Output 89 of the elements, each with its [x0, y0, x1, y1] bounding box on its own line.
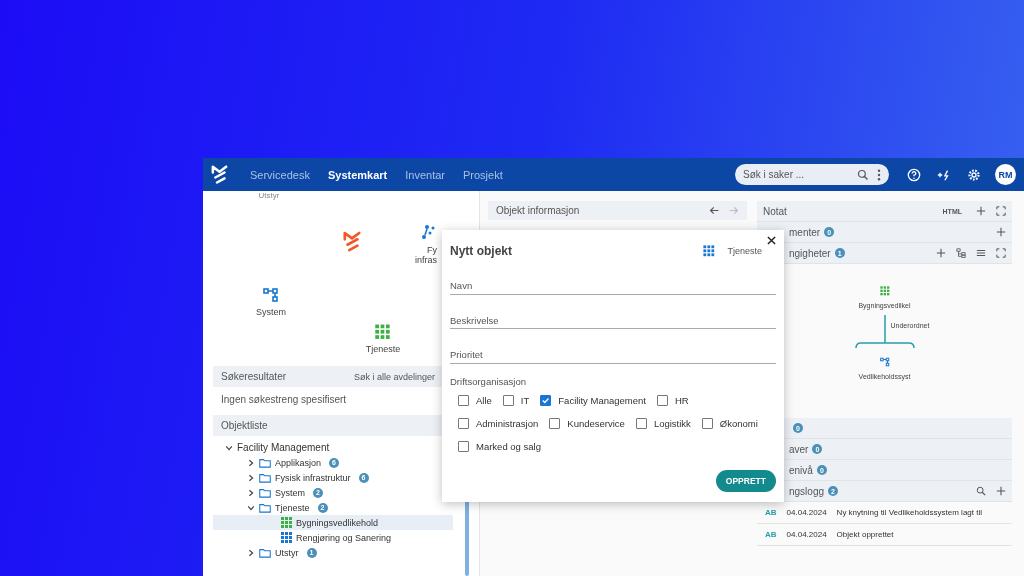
- search-all-link[interactable]: Søk i alle avdelinger: [353, 371, 435, 382]
- hierarchy-icon[interactable]: [956, 248, 966, 258]
- node-label: Utstyr: [258, 191, 280, 200]
- dialog-title: Nytt objekt: [450, 244, 513, 258]
- folder-icon: [259, 457, 271, 468]
- section-title: Objekt informasjon: [496, 205, 580, 216]
- tree-item[interactable]: Facility Management: [213, 440, 453, 455]
- checkbox-option[interactable]: Administrasjon: [458, 418, 539, 429]
- input-field[interactable]: Beskrivelse: [450, 313, 776, 329]
- folder-icon: [259, 487, 271, 498]
- log-text: Ny knytning til Vedlikeholdssystem lagt til: [836, 508, 982, 517]
- checkbox[interactable]: [635, 418, 647, 429]
- folder-icon: [259, 472, 271, 483]
- checkbox-option[interactable]: Økonomi: [701, 418, 758, 429]
- chevron-icon[interactable]: [247, 488, 255, 497]
- section-title: Objektliste: [221, 420, 268, 431]
- checkbox-option[interactable]: IT: [502, 395, 530, 406]
- checkbox[interactable]: [458, 441, 469, 452]
- node-label: System: [256, 307, 286, 317]
- fullscreen-icon[interactable]: [996, 206, 1006, 216]
- checkbox-option[interactable]: Kundeservice: [549, 418, 625, 429]
- network-icon[interactable]: [421, 225, 437, 241]
- checkbox[interactable]: [458, 395, 469, 406]
- input-field[interactable]: Prioritet: [450, 347, 776, 364]
- nav-tab[interactable]: Prosjekt: [463, 168, 503, 181]
- log-date: 04.04.2024: [786, 530, 827, 539]
- chevron-icon[interactable]: [247, 473, 255, 482]
- chevron-icon[interactable]: [247, 458, 255, 467]
- checkbox-option[interactable]: Logistikk: [635, 418, 691, 429]
- section-title: Notat: [763, 205, 787, 217]
- close-icon[interactable]: [767, 236, 776, 245]
- tree-item[interactable]: Rengjøring og Sanering: [213, 530, 453, 545]
- checkbox[interactable]: [701, 418, 713, 429]
- input-field[interactable]: Navn: [450, 278, 776, 295]
- checkbox[interactable]: [502, 395, 514, 406]
- section-title: enivå: [789, 464, 813, 476]
- search-bar[interactable]: Søk i saker ...: [735, 164, 889, 185]
- fullscreen-icon[interactable]: [996, 248, 1006, 258]
- settings-icon[interactable]: [967, 167, 981, 182]
- more-icon[interactable]: [877, 168, 881, 181]
- search-icon[interactable]: [857, 168, 869, 181]
- search-input[interactable]: Søk i saker ...: [743, 169, 849, 180]
- section-title: Søkeresultater: [221, 371, 287, 382]
- nav-tab[interactable]: Inventar: [405, 168, 445, 181]
- node-label: Fy: [427, 245, 437, 255]
- create-button[interactable]: OPPRETT: [715, 470, 776, 492]
- list-icon[interactable]: [976, 248, 986, 258]
- grid-icon: [879, 286, 890, 296]
- section-title: ngigheter: [789, 247, 831, 259]
- plus-icon[interactable]: [996, 227, 1006, 237]
- section-title: menter: [789, 226, 821, 238]
- chevron-icon[interactable]: [225, 443, 233, 452]
- grid-icon: [703, 245, 716, 257]
- tree-item[interactable]: Bygningsvedlikehold: [213, 515, 453, 530]
- folder-icon: [259, 547, 271, 558]
- system-icon: [879, 357, 890, 367]
- folder-icon: [259, 502, 271, 513]
- checkbox-option[interactable]: HR: [656, 395, 689, 406]
- empty-message: Ingen søkestreng spesifisert: [220, 393, 348, 407]
- log-date: 04.04.2024: [786, 508, 827, 517]
- help-icon[interactable]: [907, 167, 921, 182]
- checkbox[interactable]: [458, 418, 469, 429]
- nav-tab[interactable]: Systemkart: [327, 168, 388, 181]
- grid-icon[interactable]: [375, 324, 391, 340]
- checkbox[interactable]: [549, 418, 561, 429]
- nav-tab[interactable]: Servicedesk: [250, 168, 310, 181]
- plus-icon[interactable]: [976, 206, 986, 216]
- chevron-icon[interactable]: [247, 503, 255, 512]
- node-label: Tjeneste: [365, 344, 401, 354]
- group-label: Driftsorganisasjon: [450, 376, 528, 387]
- section-title: ngslogg: [789, 485, 825, 497]
- checkbox-option[interactable]: Facility Management: [540, 395, 646, 406]
- chevron-icon[interactable]: [247, 548, 255, 557]
- checkbox-option[interactable]: Alle: [458, 395, 492, 406]
- system-icon[interactable]: [263, 287, 279, 303]
- user-initials: AB: [765, 508, 777, 517]
- checkbox[interactable]: [656, 395, 668, 406]
- search-icon[interactable]: [976, 486, 986, 496]
- checkbox-option[interactable]: Marked og salg: [458, 441, 541, 452]
- object-type: Tjeneste: [727, 246, 762, 256]
- node-label: infras: [415, 255, 437, 265]
- user-avatar[interactable]: RM: [995, 164, 1016, 185]
- section-title: aver: [789, 443, 809, 455]
- back-arrow-icon[interactable]: [709, 205, 720, 216]
- log-text: Objekt opprettet: [836, 530, 894, 539]
- plus-icon[interactable]: [936, 248, 946, 258]
- checkbox[interactable]: [540, 395, 552, 406]
- user-initials: AB: [765, 530, 777, 539]
- plus-icon[interactable]: [996, 486, 1006, 496]
